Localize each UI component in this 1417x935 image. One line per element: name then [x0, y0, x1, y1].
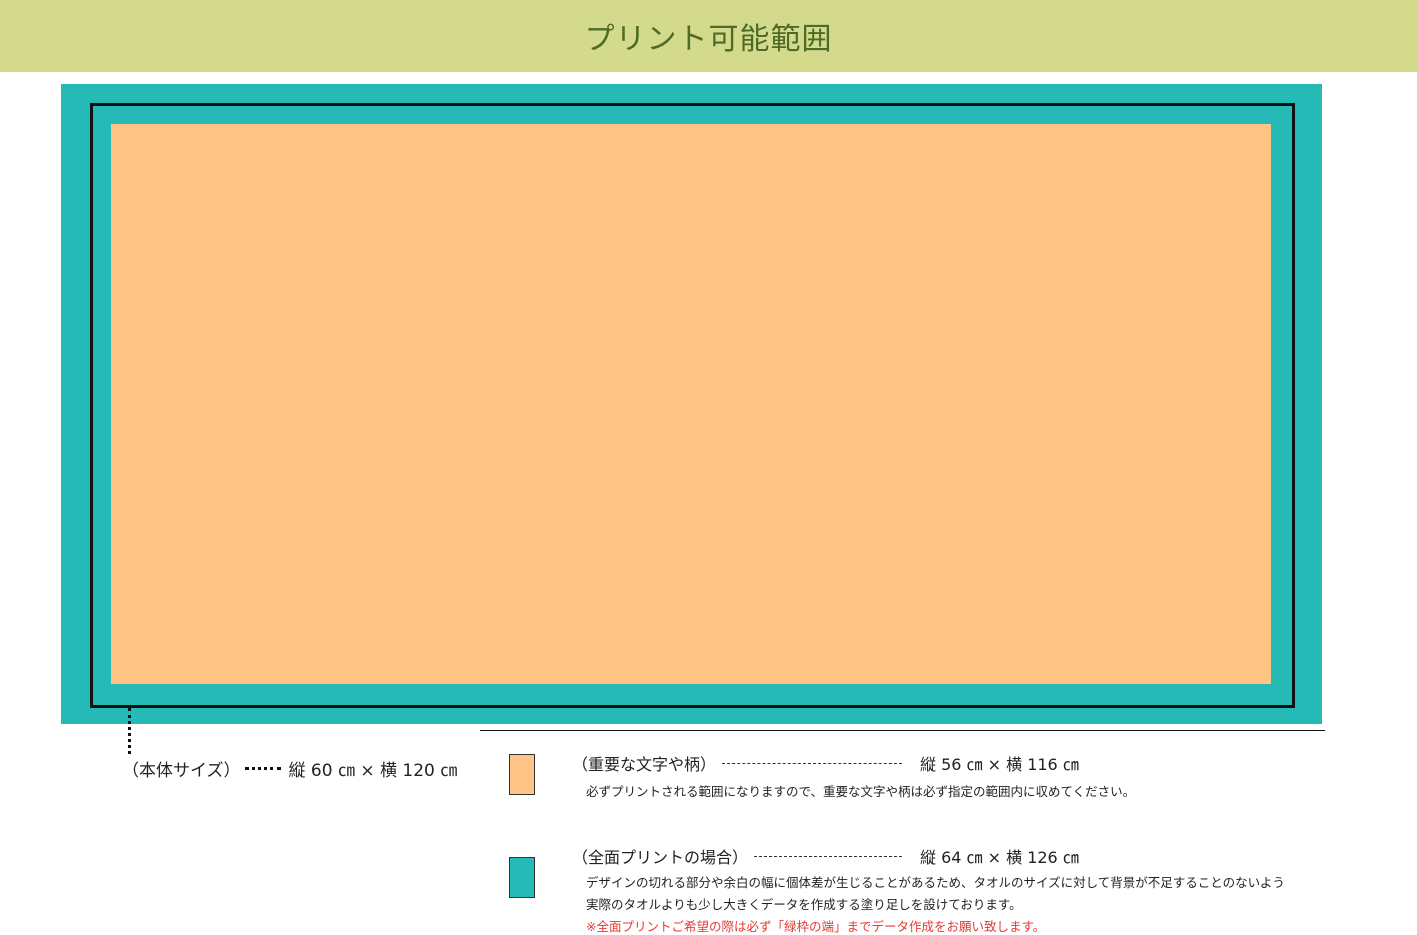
bleed-area-swatch	[509, 857, 535, 898]
safe-print-area	[111, 124, 1271, 684]
body-size-dims: 縦 60 ㎝ × 横 120 ㎝	[288, 761, 458, 781]
legend-bleed-description-2: 実際のタオルよりも少し大きくデータを作成する塗り足しを設けております。	[586, 897, 1022, 912]
legend-bleed-note: ※全面プリントご希望の際は必ず「緑枠の端」までデータ作成をお願い致します。	[586, 919, 1046, 934]
body-size-annotation: （本体サイズ） 縦 60 ㎝ × 横 120 ㎝	[122, 756, 457, 781]
legend-safe-label: （重要な文字や柄）	[572, 755, 717, 774]
legend-bleed-label: （全面プリントの場合）	[572, 848, 749, 867]
legend-bleed-description-1: デザインの切れる部分や余白の幅に個体差が生じることがあるため、タオルのサイズに対…	[586, 875, 1285, 890]
body-size-leader-line	[128, 708, 131, 754]
legend-safe-dims: 縦 56 ㎝ × 横 116 ㎝	[920, 755, 1079, 774]
body-size-label: （本体サイズ）	[122, 761, 241, 781]
body-size-dotted-leader	[244, 767, 281, 770]
header-bar: プリント可能範囲	[0, 0, 1417, 72]
safe-area-swatch	[509, 754, 535, 795]
print-area-diagram	[61, 84, 1322, 724]
legend-safe-description: 必ずプリントされる範囲になりますので、重要な文字や柄は必ず指定の範囲内に収めてく…	[586, 784, 1136, 799]
legend-divider	[480, 730, 1325, 731]
page-title: プリント可能範囲	[584, 22, 833, 57]
legend-bleed-dims: 縦 64 ㎝ × 横 126 ㎝	[920, 848, 1079, 867]
legend-bleed-dash	[754, 855, 903, 857]
legend-bleed-row: （全面プリントの場合） 縦 64 ㎝ × 横 126 ㎝	[572, 844, 1079, 868]
legend-safe-row: （重要な文字や柄） 縦 56 ㎝ × 横 116 ㎝	[572, 751, 1079, 775]
legend-safe-dash	[722, 762, 903, 764]
